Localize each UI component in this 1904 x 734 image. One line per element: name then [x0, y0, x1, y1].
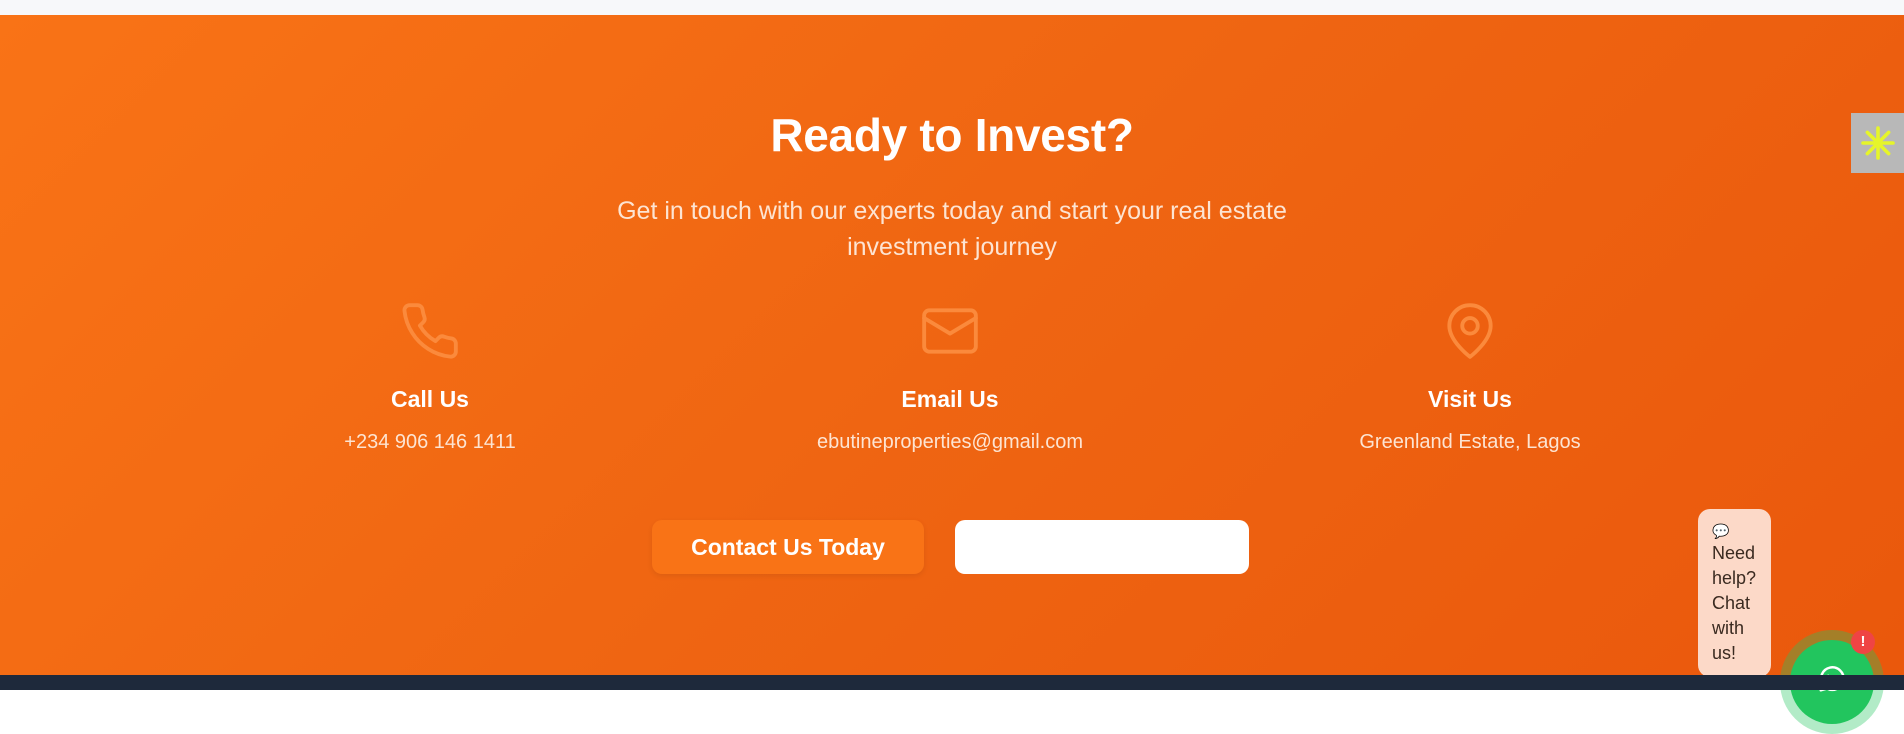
cta-subtitle: Get in touch with our experts today and … — [617, 197, 1287, 261]
contact-call: Call Us +234 906 146 1411 — [250, 300, 610, 454]
contact-visit-label: Visit Us — [1428, 386, 1512, 412]
secondary-cta-button[interactable] — [955, 520, 1249, 574]
contact-call-label: Call Us — [391, 386, 469, 412]
speech-bubble-icon: 💬 — [1712, 523, 1730, 539]
asterisk-icon — [1860, 126, 1895, 160]
notification-badge: ! — [1851, 630, 1875, 654]
chat-prompt-line: us! — [1712, 643, 1737, 663]
chat-prompt-line: help? — [1712, 568, 1757, 588]
contact-us-today-button[interactable]: Contact Us Today — [652, 520, 924, 574]
footer-strip — [0, 675, 1904, 690]
chat-prompt-line: Need — [1712, 543, 1756, 563]
mail-icon — [919, 300, 981, 362]
phone-icon — [399, 300, 461, 362]
contact-call-value[interactable]: +234 906 146 1411 — [250, 431, 610, 454]
chat-prompt-line: with — [1712, 618, 1745, 638]
cta-title: Ready to Invest? — [770, 109, 1134, 161]
contact-visit: Visit Us Greenland Estate, Lagos — [1290, 300, 1650, 454]
chat-prompt-line: Chat — [1712, 593, 1751, 613]
contact-visit-value: Greenland Estate, Lagos — [1359, 431, 1581, 453]
contact-email-label: Email Us — [901, 386, 999, 412]
chat-prompt-bubble[interactable]: 💬 Need help? Chat with us! — [1698, 509, 1771, 677]
top-page-strip — [0, 0, 1904, 16]
contact-email-value[interactable]: ebutineproperties@gmail.com — [770, 431, 1130, 454]
accessibility-widget-button[interactable] — [1851, 113, 1904, 173]
map-pin-icon — [1439, 300, 1501, 362]
contact-email: Email Us ebutineproperties@gmail.com — [770, 300, 1130, 454]
